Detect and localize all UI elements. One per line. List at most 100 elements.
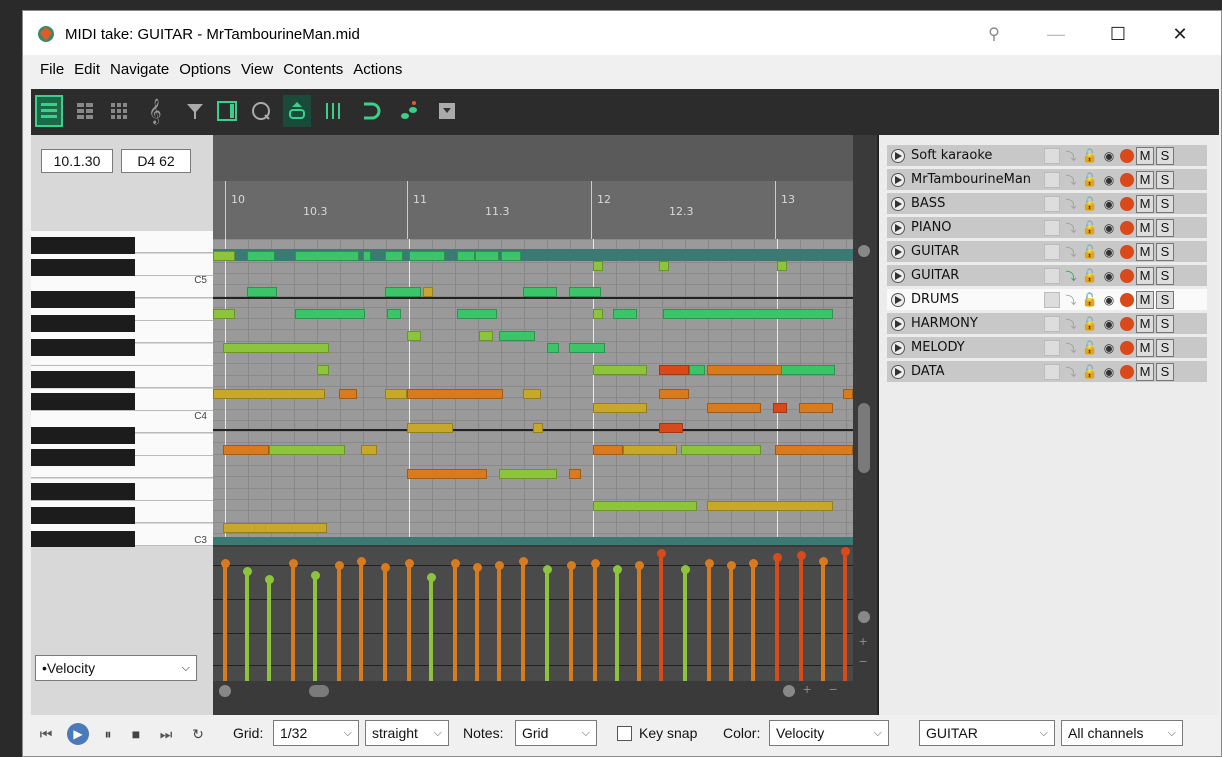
midi-note[interactable] bbox=[475, 251, 499, 261]
notation-icon[interactable]: 𝄞 bbox=[141, 95, 169, 127]
track-record-box[interactable] bbox=[1044, 363, 1060, 380]
pin-icon[interactable]: ⚲ bbox=[971, 19, 1017, 49]
velocity-handle[interactable] bbox=[772, 553, 782, 562]
mute-button[interactable]: M bbox=[1136, 338, 1154, 357]
midi-note[interactable] bbox=[593, 403, 647, 413]
track-record-box[interactable] bbox=[1044, 171, 1060, 188]
velocity-stem[interactable] bbox=[683, 569, 687, 681]
menu-navigate[interactable]: Navigate bbox=[105, 59, 174, 85]
record-arm-icon[interactable] bbox=[1120, 268, 1134, 283]
velocity-stem[interactable] bbox=[291, 563, 295, 681]
midi-note[interactable] bbox=[593, 261, 603, 271]
cc-lane-select[interactable]: •Velocity ⌵ bbox=[35, 655, 197, 681]
lock-icon[interactable]: 🔓 bbox=[1082, 148, 1098, 164]
lock-icon[interactable]: 🔓 bbox=[1082, 268, 1098, 284]
midi-note[interactable] bbox=[385, 389, 407, 399]
midi-note[interactable] bbox=[385, 287, 421, 297]
step-input-icon[interactable] bbox=[395, 95, 423, 127]
track-row[interactable]: MrTambourineMan ⤵ 🔓 ◉ M S bbox=[887, 169, 1207, 191]
midi-note[interactable] bbox=[569, 469, 581, 479]
midi-note[interactable] bbox=[385, 251, 403, 261]
velocity-handle[interactable] bbox=[264, 575, 274, 584]
midi-note[interactable] bbox=[407, 331, 421, 341]
mute-button[interactable]: M bbox=[1136, 194, 1154, 213]
pause-button[interactable]: ⏸ bbox=[97, 723, 119, 745]
grid-icon[interactable] bbox=[319, 95, 347, 127]
velocity-handle[interactable] bbox=[840, 547, 850, 556]
piano-black-key[interactable] bbox=[31, 291, 135, 308]
piano-black-key[interactable] bbox=[31, 507, 135, 524]
list-view-icon[interactable] bbox=[213, 95, 241, 127]
swing-select[interactable]: straight ⌵ bbox=[365, 720, 449, 746]
close-button[interactable]: ✕ bbox=[1157, 19, 1203, 49]
track-row[interactable]: GUITAR ⤵ 🔓 ◉ M S bbox=[887, 241, 1207, 263]
velocity-handle[interactable] bbox=[590, 559, 600, 568]
velocity-handle[interactable] bbox=[748, 559, 758, 568]
scrollbar-thumb[interactable] bbox=[858, 403, 870, 473]
mute-button[interactable]: M bbox=[1136, 362, 1154, 381]
velocity-stem[interactable] bbox=[337, 565, 341, 681]
filter-icon[interactable] bbox=[181, 95, 209, 127]
midi-note[interactable] bbox=[533, 423, 543, 433]
piano-black-key[interactable] bbox=[31, 531, 135, 548]
save-icon[interactable] bbox=[433, 95, 461, 127]
track-record-box[interactable] bbox=[1044, 267, 1060, 284]
drum-grid-icon[interactable] bbox=[105, 95, 133, 127]
eye-icon[interactable]: ◉ bbox=[1101, 148, 1117, 164]
piano-black-key[interactable] bbox=[31, 449, 135, 466]
midi-note[interactable] bbox=[407, 469, 487, 479]
midi-note[interactable] bbox=[223, 445, 269, 455]
lock-icon[interactable]: 🔓 bbox=[1082, 220, 1098, 236]
piano-roll-grid[interactable] bbox=[213, 239, 853, 545]
midi-note[interactable] bbox=[593, 501, 697, 511]
lock-icon[interactable]: 🔓 bbox=[1082, 364, 1098, 380]
track-record-box[interactable] bbox=[1044, 219, 1060, 236]
velocity-handle[interactable] bbox=[356, 557, 366, 566]
record-arm-icon[interactable] bbox=[1120, 364, 1134, 379]
midi-note[interactable] bbox=[317, 365, 329, 375]
track-route-icon[interactable]: ⤵ bbox=[1063, 292, 1079, 308]
midi-note[interactable] bbox=[407, 423, 453, 433]
piano-black-key[interactable] bbox=[31, 259, 135, 276]
velocity-handle[interactable] bbox=[818, 557, 828, 566]
track-row[interactable]: DRUMS ⤵ 🔓 ◉ M S bbox=[887, 289, 1207, 311]
midi-note[interactable] bbox=[499, 331, 535, 341]
velocity-stem[interactable] bbox=[707, 563, 711, 681]
midi-note[interactable] bbox=[659, 423, 683, 433]
velocity-stem[interactable] bbox=[593, 563, 597, 681]
lock-icon[interactable]: 🔓 bbox=[1082, 340, 1098, 356]
record-arm-icon[interactable] bbox=[1120, 148, 1134, 163]
velocity-handle[interactable] bbox=[404, 559, 414, 568]
piano-black-key[interactable] bbox=[31, 427, 135, 444]
velocity-handle[interactable] bbox=[426, 573, 436, 582]
midi-note[interactable] bbox=[569, 343, 605, 353]
key-snap-checkbox[interactable] bbox=[617, 726, 632, 741]
track-play-icon[interactable] bbox=[891, 220, 905, 235]
velocity-stem[interactable] bbox=[429, 577, 433, 681]
midi-note[interactable] bbox=[457, 309, 497, 319]
track-route-icon[interactable]: ⤵ bbox=[1063, 268, 1079, 284]
eye-icon[interactable]: ◉ bbox=[1101, 196, 1117, 212]
record-arm-icon[interactable] bbox=[1120, 244, 1134, 259]
velocity-stem[interactable] bbox=[267, 579, 271, 681]
menu-options[interactable]: Options bbox=[174, 59, 236, 85]
lock-icon[interactable]: 🔓 bbox=[1082, 196, 1098, 212]
midi-note[interactable] bbox=[707, 365, 787, 375]
midi-note[interactable] bbox=[707, 403, 761, 413]
velocity-stem[interactable] bbox=[359, 561, 363, 681]
midi-note[interactable] bbox=[295, 251, 359, 261]
track-record-box[interactable] bbox=[1044, 291, 1060, 308]
record-arm-icon[interactable] bbox=[1120, 316, 1134, 331]
velocity-stem[interactable] bbox=[729, 565, 733, 681]
midi-note[interactable] bbox=[501, 251, 521, 261]
velocity-stem[interactable] bbox=[407, 563, 411, 681]
auto-scroll-icon[interactable] bbox=[283, 95, 311, 127]
eye-icon[interactable]: ◉ bbox=[1101, 220, 1117, 236]
solo-button[interactable]: S bbox=[1156, 170, 1174, 189]
midi-note[interactable] bbox=[213, 251, 235, 261]
loop-icon[interactable] bbox=[247, 95, 275, 127]
color-select[interactable]: Velocity ⌵ bbox=[769, 720, 889, 746]
record-arm-icon[interactable] bbox=[1120, 220, 1134, 235]
maximize-button[interactable]: ☐ bbox=[1095, 19, 1141, 49]
mute-button[interactable]: M bbox=[1136, 218, 1154, 237]
